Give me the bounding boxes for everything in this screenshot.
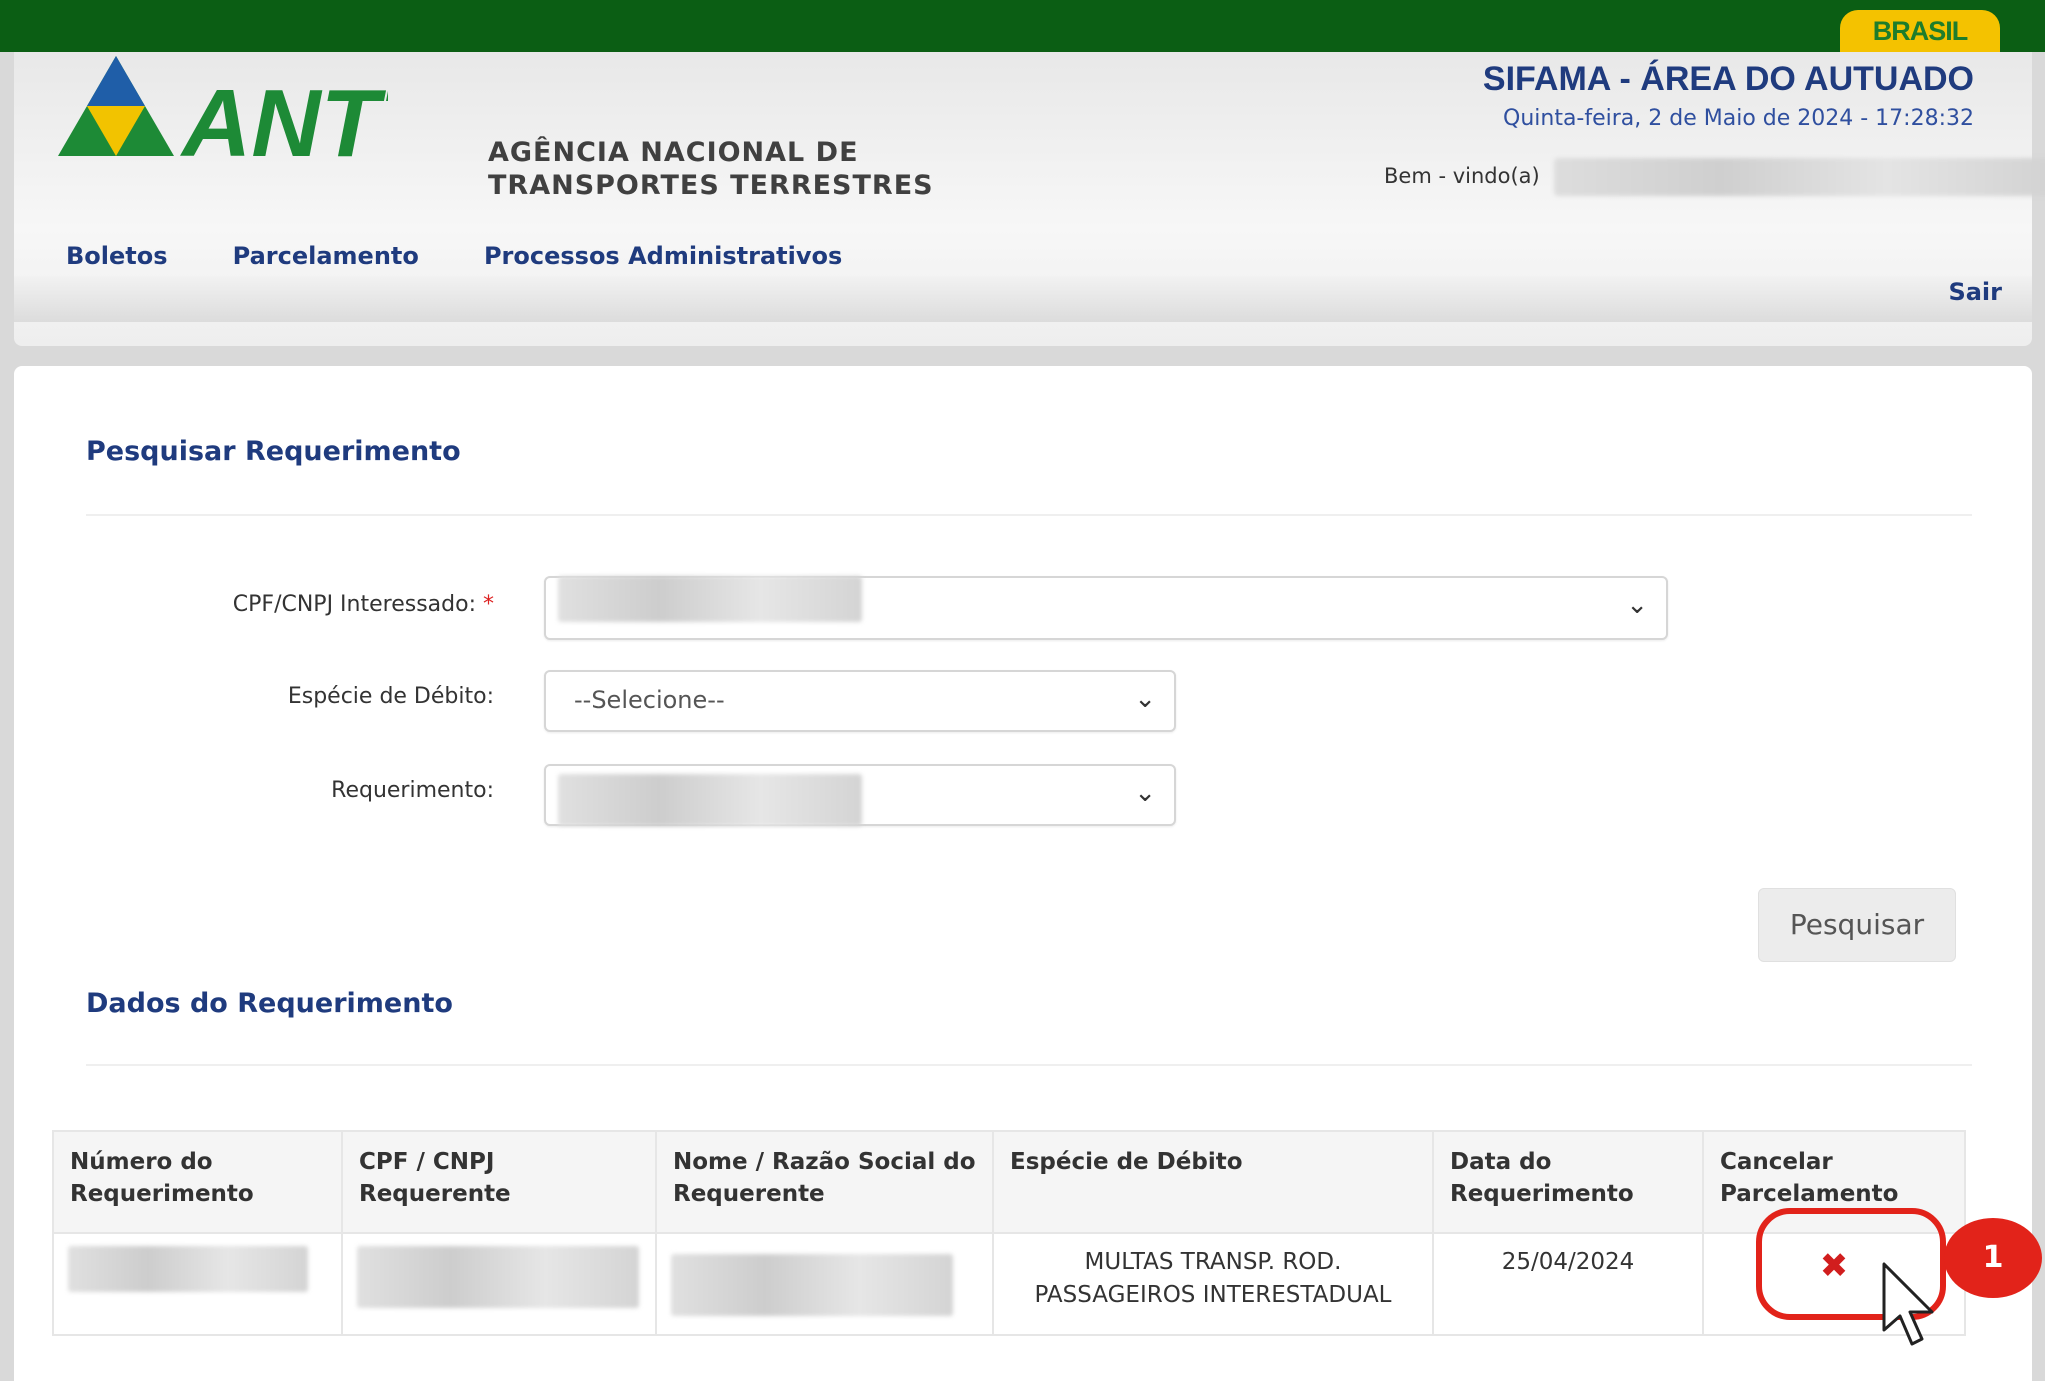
- agency-line-2: TRANSPORTES TERRESTRES: [488, 170, 934, 201]
- nav-band: [14, 276, 2032, 322]
- current-datetime: Quinta-feira, 2 de Maio de 2024 - 17:28:…: [1503, 106, 1974, 131]
- redacted-username: [1554, 158, 2045, 196]
- col-data: Data do Requerimento: [1432, 1130, 1704, 1234]
- col-nome: Nome / Razão Social do Requerente: [655, 1130, 994, 1234]
- brasil-badge[interactable]: BRASIL: [1840, 10, 2000, 52]
- col-cpf: CPF / CNPJ Requerente: [341, 1130, 657, 1234]
- cpf-label: CPF/CNPJ Interessado: *: [232, 592, 494, 617]
- antt-logo-icon: ANTT: [58, 56, 388, 177]
- logo-text: ANTT: [180, 70, 388, 177]
- divider: [86, 514, 1972, 516]
- welcome-text: Bem - vindo(a): [1384, 164, 1540, 188]
- col-especie: Espécie de Débito: [992, 1130, 1434, 1234]
- especie-select[interactable]: --Selecione-- ⌄: [544, 670, 1176, 732]
- search-button[interactable]: Pesquisar: [1758, 888, 1956, 962]
- step-badge: 1: [1944, 1218, 2042, 1298]
- requerimento-table: Número do Requerimento CPF / CNPJ Requer…: [52, 1130, 1966, 1336]
- site-header: ANTT AGÊNCIA NACIONAL DE TRANSPORTES TER…: [14, 52, 2045, 346]
- search-section-title: Pesquisar Requerimento: [86, 436, 461, 467]
- cell-especie: MULTAS TRANSP. ROD. PASSAGEIROS INTEREST…: [992, 1232, 1434, 1336]
- cell-cpf: [341, 1232, 657, 1336]
- agency-name: AGÊNCIA NACIONAL DE TRANSPORTES TERRESTR…: [488, 136, 934, 202]
- results-section-title: Dados do Requerimento: [86, 988, 453, 1019]
- mouse-pointer-icon: [1882, 1262, 1934, 1346]
- cell-nome: [655, 1232, 994, 1336]
- chevron-down-icon: ⌄: [1134, 778, 1156, 808]
- system-title: SIFAMA - ÁREA DO AUTUADO: [1482, 60, 1974, 98]
- table-row: MULTAS TRANSP. ROD. PASSAGEIROS INTEREST…: [52, 1232, 1966, 1336]
- especie-label: Espécie de Débito:: [287, 684, 494, 709]
- redacted-value: [68, 1246, 308, 1292]
- agency-line-1: AGÊNCIA NACIONAL DE: [488, 137, 859, 168]
- nav-item-parcelamento[interactable]: Parcelamento: [233, 242, 419, 270]
- redacted-value: [357, 1246, 639, 1308]
- divider: [86, 1064, 1972, 1066]
- cpf-select[interactable]: ⌄: [544, 576, 1668, 640]
- chevron-down-icon: ⌄: [1626, 590, 1648, 620]
- gov-top-bar: BRASIL: [0, 0, 2045, 52]
- nav-item-processos[interactable]: Processos Administrativos: [484, 242, 842, 270]
- especie-value: --Selecione--: [574, 686, 725, 714]
- chevron-down-icon: ⌄: [1134, 684, 1156, 714]
- table-header-row: Número do Requerimento CPF / CNPJ Requer…: [52, 1130, 1966, 1234]
- required-mark: *: [483, 592, 494, 617]
- requerimento-label: Requerimento:: [331, 778, 494, 803]
- col-numero: Número do Requerimento: [52, 1130, 343, 1234]
- nav-item-boletos[interactable]: Boletos: [66, 242, 168, 270]
- redacted-value: [558, 774, 862, 826]
- cell-numero: [52, 1232, 343, 1336]
- cell-data: 25/04/2024: [1432, 1232, 1704, 1336]
- redacted-value: [558, 576, 862, 622]
- logout-link[interactable]: Sair: [1948, 278, 2002, 306]
- main-nav: Boletos Parcelamento Processos Administr…: [66, 242, 902, 270]
- requerimento-select[interactable]: ⌄: [544, 764, 1176, 826]
- redacted-value: [671, 1254, 953, 1316]
